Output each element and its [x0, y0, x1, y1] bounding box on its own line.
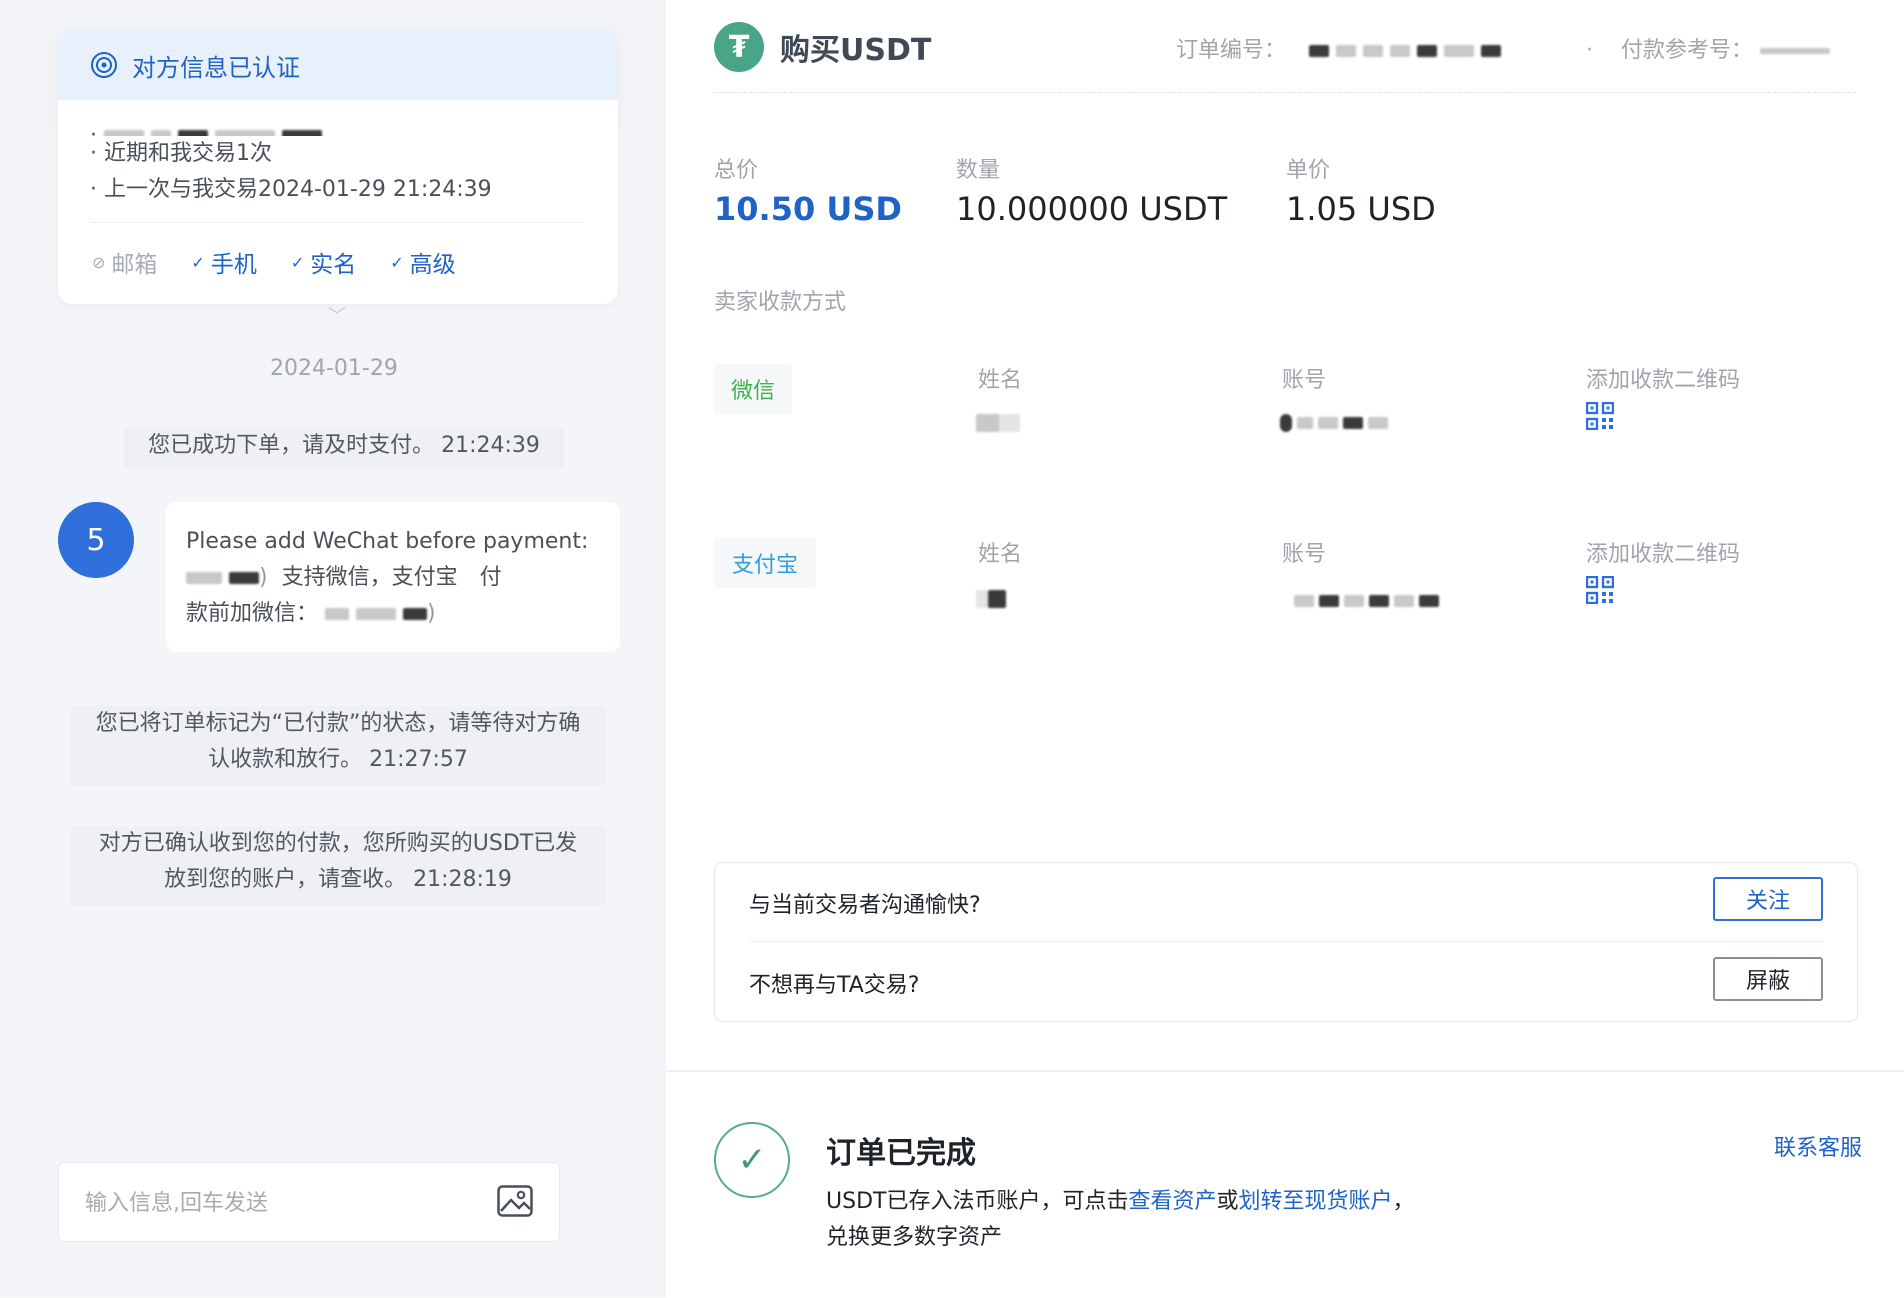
- system-message-order-placed: 您已成功下单，请及时支付。 21:24:39: [124, 428, 564, 468]
- alipay-qr-label: 添加收款二维码: [1586, 542, 1741, 567]
- contact-support-link[interactable]: 联系客服: [1774, 1130, 1862, 1162]
- check-icon: ✓: [714, 1122, 790, 1198]
- system-message-marked-paid: 您已将订单标记为“已付款”的状态，请等待对方确 认收款和放行。 21:27:57: [70, 706, 606, 786]
- redacted-merchant-name: ·: [90, 118, 584, 136]
- alipay-account-label: 账号: [1282, 542, 1327, 567]
- alipay-qr-code-icon[interactable]: [1586, 576, 1614, 604]
- quantity-value: 10.000000 USDT: [956, 190, 1228, 228]
- payment-method-wechat: 微信: [714, 364, 792, 414]
- total-price-value: 10.50 USD: [714, 190, 902, 228]
- message-line-3: 款前加微信： ): [186, 601, 436, 626]
- verification-header: 对方信息已认证: [58, 30, 618, 100]
- alipay-account-redacted: [1294, 590, 1440, 609]
- order-panel: ₮ 购买USDT 订单编号： · 付款参考号： 总价 10.50 USD 数量 …: [666, 0, 1904, 1070]
- tag-advanced: ✓ 高级: [390, 252, 456, 278]
- message-line-1: Please add WeChat before payment:: [186, 529, 589, 554]
- verification-tags: ⊘ 邮箱 ✓ 手机 ✓ 实名 ✓ 高级: [58, 223, 618, 279]
- chat-date: 2024-01-29: [270, 356, 398, 381]
- completion-description: USDT已存入法币账户，可点击查看资产或划转至现货账户， 兑换更多数字资产: [826, 1189, 1415, 1250]
- last-trade-line: · 上一次与我交易2024-01-29 21:24:39: [90, 177, 492, 202]
- transfer-to-spot-link[interactable]: 划转至现货账户: [1238, 1189, 1392, 1214]
- tag-realname: ✓ 实名: [290, 252, 357, 278]
- block-button[interactable]: 屏蔽: [1713, 957, 1823, 1001]
- completion-title: 订单已完成: [826, 1136, 976, 1171]
- message-line-2: ) 支持微信，支付宝 付: [186, 560, 600, 596]
- order-completion-section: ✓ 订单已完成 USDT已存入法币账户，可点击查看资产或划转至现货账户， 兑换更…: [666, 1070, 1904, 1298]
- feedback-question-follow: 与当前交易者沟通愉快?: [749, 893, 981, 918]
- counterparty-verification-card: 对方信息已认证 · · 近期和我交易1次 · 上一次与我交易2024-01-29…: [58, 30, 618, 304]
- message-input-box[interactable]: [58, 1162, 560, 1242]
- quantity-label: 数量: [956, 158, 1001, 183]
- tether-logo-icon: ₮: [714, 22, 764, 72]
- wechat-account-label: 账号: [1282, 368, 1327, 393]
- unit-price-label: 单价: [1286, 158, 1331, 183]
- page-title: 购买USDT: [780, 33, 932, 68]
- view-assets-link[interactable]: 查看资产: [1128, 1189, 1216, 1214]
- payment-reference: · 付款参考号：: [1586, 32, 1830, 64]
- tag-email: ⊘ 邮箱: [92, 252, 158, 278]
- check-circle-icon: ✓: [290, 252, 305, 272]
- verification-title: 对方信息已认证: [132, 53, 300, 82]
- wechat-name-label: 姓名: [978, 368, 1023, 393]
- wechat-account-redacted: [1280, 412, 1389, 432]
- chat-message-bubble: Please add WeChat before payment: ) 支持微信…: [166, 502, 620, 652]
- counterparty-avatar[interactable]: 5: [58, 502, 134, 578]
- divider: [749, 941, 1823, 942]
- feedback-question-block: 不想再与TA交易?: [749, 973, 920, 998]
- wechat-name-redacted: [976, 412, 1020, 432]
- alipay-name-label: 姓名: [978, 542, 1023, 567]
- recent-trades-line: · 近期和我交易1次: [90, 141, 272, 166]
- order-title-row: ₮ 购买USDT: [714, 22, 931, 72]
- total-price-label: 总价: [714, 158, 759, 183]
- tag-phone: ✓ 手机: [191, 252, 257, 278]
- alipay-name-redacted: [976, 588, 1006, 608]
- chat-panel: 对方信息已认证 · · 近期和我交易1次 · 上一次与我交易2024-01-29…: [0, 0, 666, 1296]
- payment-method-alipay: 支付宝: [714, 538, 816, 588]
- wechat-qr-code-icon[interactable]: [1586, 402, 1614, 430]
- system-message-released: 对方已确认收到您的付款，您所购买的USDT已发 放到您的账户，请查收。 21:2…: [70, 826, 606, 906]
- message-input[interactable]: [83, 1183, 477, 1223]
- wechat-qr-label: 添加收款二维码: [1586, 368, 1741, 393]
- unit-price-value: 1.05 USD: [1286, 190, 1436, 228]
- image-upload-icon[interactable]: [497, 1185, 533, 1217]
- payment-methods-label: 卖家收款方式: [714, 290, 847, 315]
- check-circle-icon: ✓: [191, 252, 205, 272]
- check-circle-icon: ✓: [390, 252, 404, 272]
- verified-shield-icon: [91, 52, 117, 78]
- follow-button[interactable]: 关注: [1713, 877, 1823, 921]
- trader-feedback-box: 与当前交易者沟通愉快? 关注 不想再与TA交易? 屏蔽: [714, 862, 1858, 1022]
- header-divider: [714, 92, 1856, 93]
- verification-details: · · 近期和我交易1次 · 上一次与我交易2024-01-29 21:24:3…: [58, 100, 618, 208]
- order-number: 订单编号：: [1176, 32, 1502, 64]
- collapse-chevron-icon[interactable]: ﹀: [328, 302, 346, 328]
- check-circle-icon: ⊘: [92, 252, 106, 272]
